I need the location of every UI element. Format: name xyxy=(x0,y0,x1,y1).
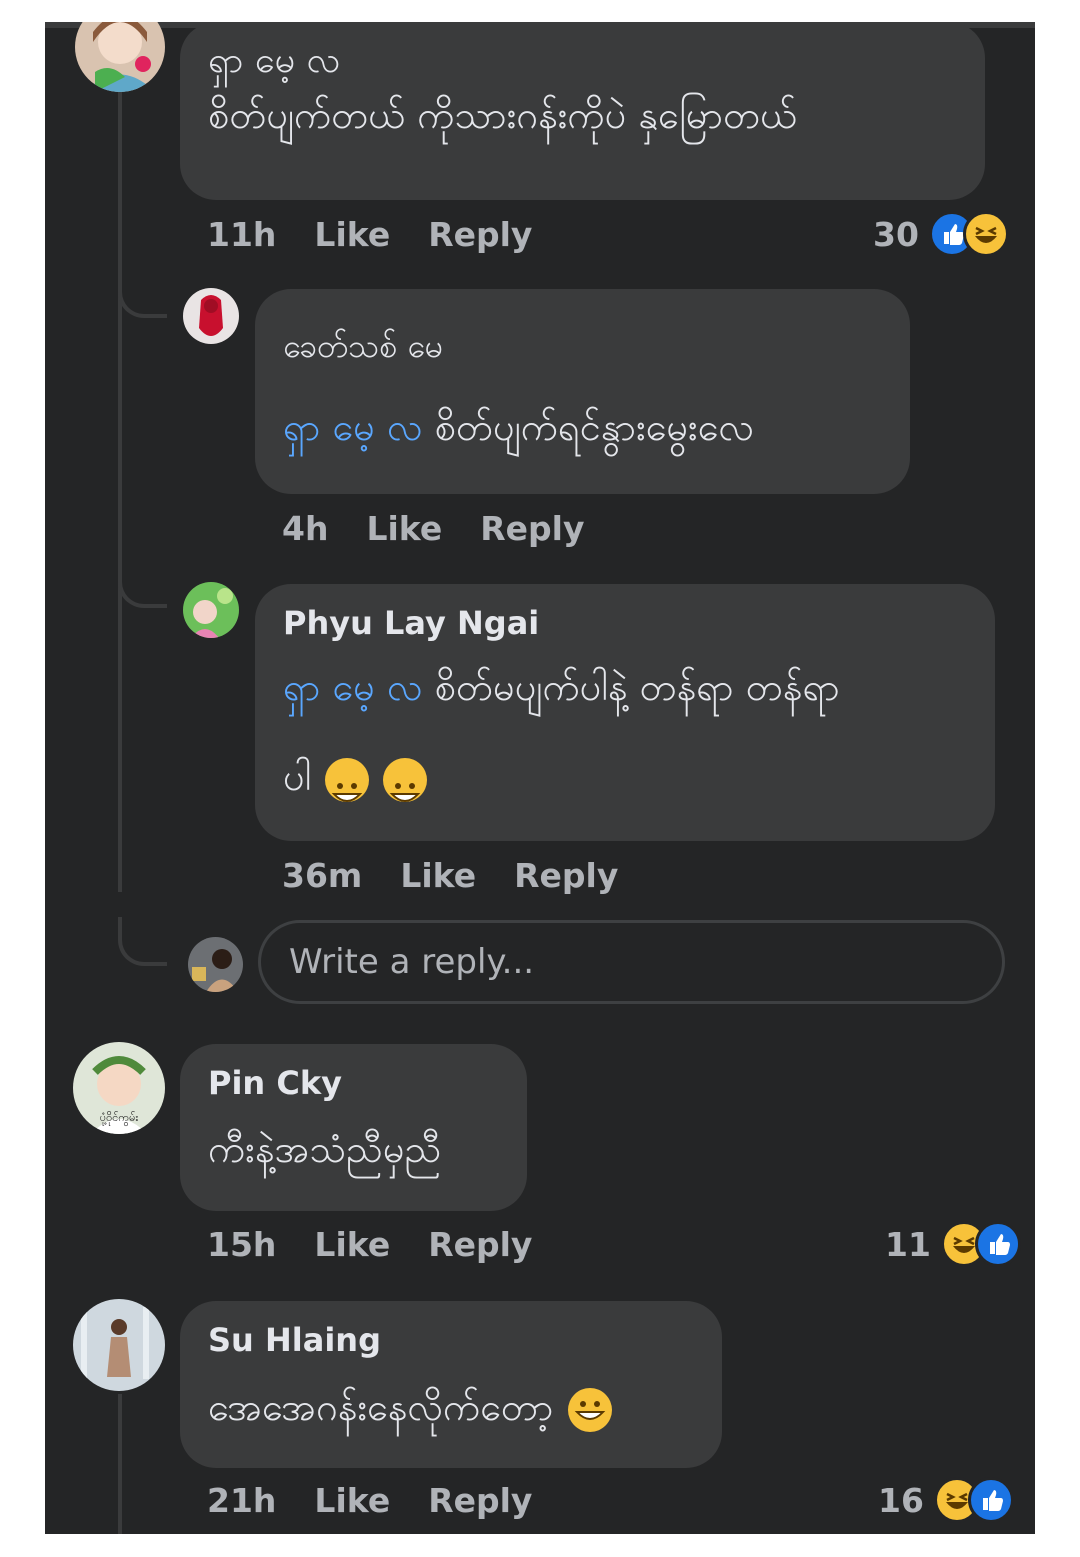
thread-elbow xyxy=(118,272,167,318)
reaction-summary[interactable]: 30 xyxy=(873,211,1009,257)
reply-button[interactable]: Reply xyxy=(480,509,584,548)
reaction-count: 11 xyxy=(885,1224,931,1264)
like-icon xyxy=(974,1221,1021,1267)
comment-text: စိတ်ပျက်တယ် ကိုသားဂန်းကိုပဲ နှမြောတယ် xyxy=(208,93,797,137)
reply-message: ပါ xyxy=(283,755,312,799)
current-user-avatar xyxy=(188,937,243,992)
reply-text-line2: ပါ xyxy=(283,734,428,820)
reply-author[interactable]: ခေတ်သစ် မေ xyxy=(283,325,443,373)
reply-time[interactable]: 36m xyxy=(282,856,362,895)
reply-button[interactable]: Reply xyxy=(428,215,532,254)
thread-line xyxy=(118,92,122,892)
grinning-emoji-icon xyxy=(383,757,428,802)
thread-line xyxy=(118,1394,122,1534)
comment-bubble[interactable]: ရှာ မေ့ လ စိတ်ပျက်တယ် ကိုသားဂန်းကိုပဲ နှ… xyxy=(180,22,985,200)
comment-author[interactable]: Pin Cky xyxy=(208,1064,342,1102)
thread-elbow xyxy=(118,562,167,608)
mention-link[interactable]: ရှာ မေ့ လ xyxy=(283,665,423,709)
reply-author[interactable]: Phyu Lay Ngai xyxy=(283,604,539,642)
reply-button[interactable]: Reply xyxy=(428,1225,532,1264)
comment-bubble[interactable]: Su Hlaing အေအေဂန်းနေလိုက်တော့ xyxy=(180,1301,722,1468)
reaction-count: 30 xyxy=(873,214,919,254)
like-button[interactable]: Like xyxy=(366,509,442,548)
reply-button[interactable]: Reply xyxy=(514,856,618,895)
comment-author[interactable]: ရှာ မေ့ လ xyxy=(208,36,340,90)
comment-actions: 15h Like Reply xyxy=(207,1225,532,1264)
reply-text: ရှာ မေ့ လ စိတ်မပျက်ပါနဲ့ တန်ရာ တန်ရာ xyxy=(283,644,840,730)
comment-actions: 11h Like Reply xyxy=(207,215,532,254)
grinning-emoji-icon xyxy=(567,1387,612,1432)
thread-elbow xyxy=(118,917,167,966)
avatar[interactable] xyxy=(183,582,239,638)
avatar-caption: ပုံ့ဝိုင်ကွမ်း xyxy=(99,1111,139,1124)
like-icon xyxy=(967,1477,1014,1523)
comment-time[interactable]: 15h xyxy=(207,1225,276,1264)
comment-time[interactable]: 11h xyxy=(207,215,276,254)
reply-message: စိတ်ပျက်ရင်နွားမွေးလေ xyxy=(434,405,754,449)
haha-icon xyxy=(962,211,1009,257)
avatar[interactable] xyxy=(73,1299,165,1391)
like-button[interactable]: Like xyxy=(314,215,390,254)
like-button[interactable]: Like xyxy=(314,1481,390,1520)
reaction-summary[interactable]: 16 xyxy=(878,1477,1014,1523)
reply-text: ရှာ မေ့ လ စိတ်ပျက်ရင်နွားမွေးလေ xyxy=(283,387,754,467)
comment-text: အေအေဂန်းနေလိုက်တော့ xyxy=(208,1377,612,1437)
avatar[interactable] xyxy=(75,22,165,92)
like-button[interactable]: Like xyxy=(314,1225,390,1264)
reply-bubble[interactable]: ခေတ်သစ် မေ ရှာ မေ့ လ စိတ်ပျက်ရင်နွားမွေး… xyxy=(255,289,910,494)
comment-text: ကီးနဲ့အသံညီမှညီ xyxy=(208,1127,442,1171)
comment-bubble[interactable]: Pin Cky ကီးနဲ့အသံညီမှညီ xyxy=(180,1044,527,1211)
reaction-count: 16 xyxy=(878,1480,924,1520)
comment-actions: 21h Like Reply xyxy=(207,1481,532,1520)
reply-time[interactable]: 4h xyxy=(282,509,328,548)
reply-actions: 36m Like Reply xyxy=(282,856,618,895)
reply-button[interactable]: Reply xyxy=(428,1481,532,1520)
reply-actions: 4h Like Reply xyxy=(282,509,585,548)
reaction-summary[interactable]: 11 xyxy=(885,1221,1021,1267)
comment-time[interactable]: 21h xyxy=(207,1481,276,1520)
reply-bubble[interactable]: Phyu Lay Ngai ရှာ မေ့ လ စိတ်မပျက်ပါနဲ့ တ… xyxy=(255,584,995,841)
mention-link[interactable]: ရှာ မေ့ လ xyxy=(283,405,423,449)
comment-author[interactable]: Su Hlaing xyxy=(208,1321,381,1359)
avatar[interactable] xyxy=(183,288,239,344)
comments-screen: ရှာ မေ့ လ စိတ်ပျက်တယ် ကိုသားဂန်းကိုပဲ နှ… xyxy=(45,22,1035,1534)
grinning-emoji-icon xyxy=(325,757,370,802)
comment-message: အေအေဂန်းနေလိုက်တော့ xyxy=(208,1385,554,1429)
like-button[interactable]: Like xyxy=(400,856,476,895)
reply-message: စိတ်မပျက်ပါနဲ့ တန်ရာ တန်ရာ xyxy=(434,665,840,709)
write-reply-input[interactable]: Write a reply... xyxy=(258,920,1005,1004)
